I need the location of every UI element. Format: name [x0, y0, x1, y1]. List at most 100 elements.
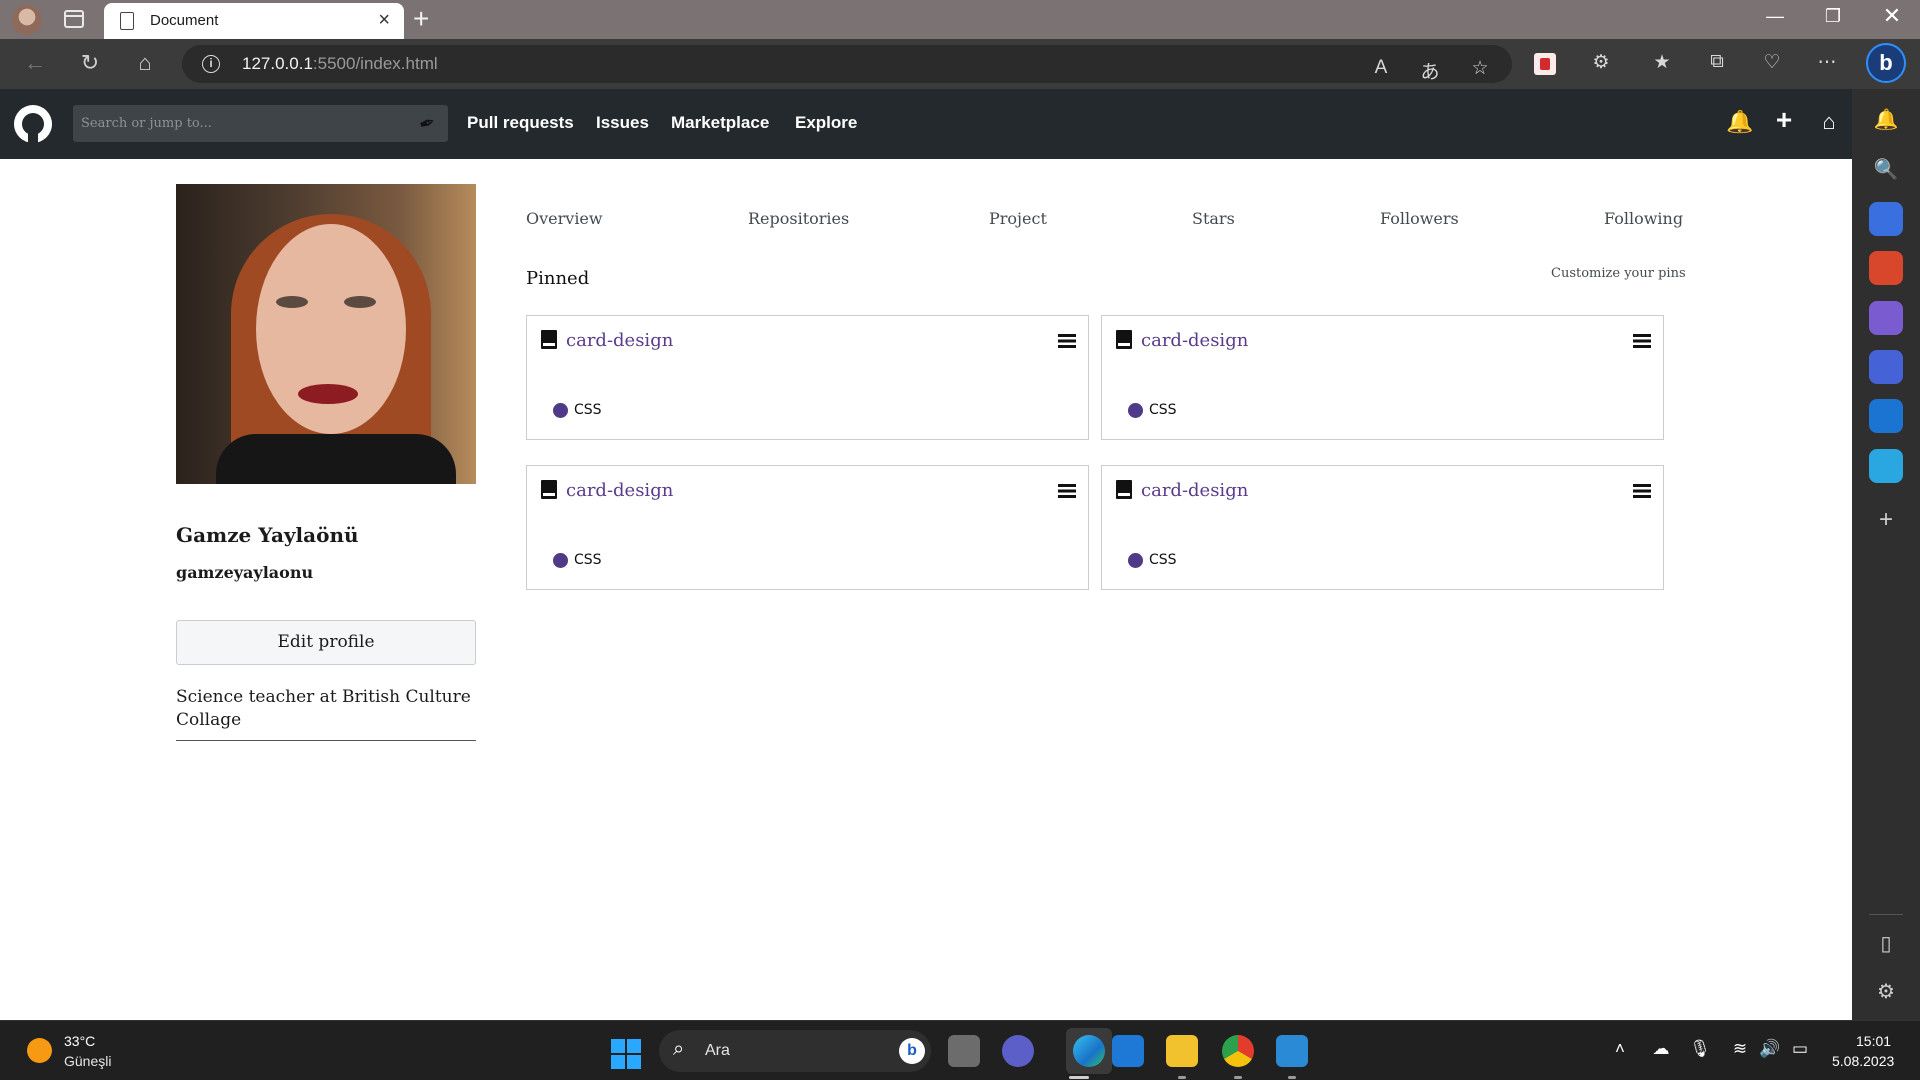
onedrive-cloud-icon[interactable]: ☁: [1649, 1039, 1673, 1059]
clock-time[interactable]: 15:01: [1856, 1033, 1891, 1049]
home-icon[interactable]: ⌂: [1816, 109, 1842, 135]
file-explorer-icon[interactable]: [1166, 1035, 1198, 1067]
github-logo-icon[interactable]: [14, 105, 52, 143]
url-text: 127.0.0.1:5500/index.html: [242, 54, 438, 73]
tab-document[interactable]: Document ×: [104, 3, 404, 39]
copilot-icon[interactable]: [1869, 350, 1903, 384]
repo-language: CSS: [1149, 552, 1177, 568]
customize-pins-link[interactable]: Customize your pins: [1551, 266, 1686, 281]
tab-repositories[interactable]: Repositories: [748, 209, 849, 228]
tab-actions-icon[interactable]: [64, 10, 84, 28]
collections-icon[interactable]: ⧉: [1703, 51, 1731, 73]
read-aloud-icon[interactable]: A: [1367, 57, 1395, 79]
browser-tab-strip: Document × + — ❐ ✕: [0, 0, 1920, 39]
repo-book-icon: [541, 330, 557, 349]
notification-bell-icon[interactable]: 🔔: [1726, 109, 1753, 135]
new-tab-icon[interactable]: +: [413, 3, 429, 35]
drag-handle-icon[interactable]: [1633, 484, 1651, 498]
favorites-icon[interactable]: ★: [1648, 51, 1676, 74]
windows-start-icon[interactable]: [611, 1039, 641, 1069]
hide-sidebar-icon[interactable]: ▯: [1869, 927, 1903, 961]
mail-icon[interactable]: [1112, 1035, 1144, 1067]
teams-chat-icon[interactable]: [1002, 1035, 1034, 1067]
nav-marketplace[interactable]: Marketplace: [671, 113, 769, 133]
pinned-repo-card: card-design CSS: [1101, 465, 1664, 590]
repo-language: CSS: [574, 552, 602, 568]
close-icon[interactable]: ×: [378, 9, 390, 32]
github-search-input[interactable]: Search or jump to... ✒: [73, 105, 448, 142]
pinned-title: Pinned: [526, 268, 590, 289]
profile-username: gamzeyaylaonu: [176, 563, 314, 582]
extensions-icon[interactable]: ⚙: [1587, 51, 1615, 74]
task-view-icon[interactable]: [948, 1035, 980, 1067]
chevron-up-icon[interactable]: ˄: [1608, 1039, 1632, 1059]
language-color-dot: [553, 403, 568, 418]
vscode-icon[interactable]: [1276, 1035, 1308, 1067]
tab-stars[interactable]: Stars: [1192, 209, 1235, 228]
settings-gear-icon[interactable]: ⚙: [1869, 975, 1903, 1009]
performance-icon[interactable]: ♡: [1758, 51, 1786, 74]
repo-book-icon: [1116, 330, 1132, 349]
tab-overview[interactable]: Overview: [526, 209, 603, 228]
notifications-bell-icon[interactable]: 🔔: [1869, 103, 1903, 137]
favorite-star-icon[interactable]: ☆: [1466, 57, 1494, 80]
url-field[interactable]: i 127.0.0.1:5500/index.html A あ ☆: [182, 45, 1512, 83]
repo-name-link[interactable]: card-design: [566, 330, 673, 351]
sidebar-divider: [1869, 914, 1903, 915]
outlook-icon[interactable]: [1869, 399, 1903, 433]
profile-photo: [176, 184, 476, 484]
chrome-icon[interactable]: [1222, 1035, 1254, 1067]
minimize-icon[interactable]: —: [1755, 6, 1795, 27]
refresh-icon[interactable]: ↻: [75, 50, 105, 76]
send-icon[interactable]: [1869, 449, 1903, 483]
weather-temperature[interactable]: 33°C: [64, 1033, 95, 1049]
nav-explore[interactable]: Explore: [795, 113, 857, 133]
microphone-icon[interactable]: 🎙: [1688, 1039, 1712, 1059]
address-bar: ← ↻ ⌂ i 127.0.0.1:5500/index.html A あ ☆ …: [0, 39, 1920, 89]
search-icon: ⌕: [673, 1038, 685, 1060]
nav-issues[interactable]: Issues: [596, 113, 649, 133]
edge-browser-icon[interactable]: [1073, 1035, 1105, 1067]
profile-bio: Science teacher at British Culture Colla…: [176, 686, 476, 741]
extension-badge-icon[interactable]: [1534, 53, 1556, 75]
site-info-icon[interactable]: i: [202, 55, 220, 73]
profile-avatar-icon[interactable]: [12, 5, 42, 35]
bing-icon[interactable]: b: [899, 1038, 925, 1064]
shopping-tag-icon[interactable]: [1869, 202, 1903, 236]
repo-book-icon: [1116, 480, 1132, 499]
more-icon[interactable]: ⋯: [1813, 51, 1841, 74]
taskbar-search-box[interactable]: ⌕ Ara b: [659, 1030, 931, 1072]
language-color-dot: [1128, 403, 1143, 418]
clock-date[interactable]: 5.08.2023: [1832, 1053, 1894, 1069]
tab-followers[interactable]: Followers: [1380, 209, 1459, 228]
plus-icon[interactable]: +: [1771, 104, 1797, 136]
edit-profile-button[interactable]: Edit profile: [176, 620, 476, 665]
tab-project[interactable]: Project: [989, 209, 1047, 228]
volume-icon[interactable]: 🔊: [1758, 1039, 1782, 1059]
drag-handle-icon[interactable]: [1633, 334, 1651, 348]
tab-following[interactable]: Following: [1604, 209, 1683, 228]
battery-icon[interactable]: ▭: [1788, 1039, 1812, 1059]
repo-name-link[interactable]: card-design: [566, 480, 673, 501]
pinned-repo-card: card-design CSS: [1101, 315, 1664, 440]
home-icon[interactable]: ⌂: [130, 50, 160, 76]
repo-name-link[interactable]: card-design: [1141, 330, 1248, 351]
back-icon[interactable]: ←: [20, 50, 50, 76]
weather-description[interactable]: Güneşli: [64, 1053, 111, 1069]
drag-handle-icon[interactable]: [1058, 484, 1076, 498]
add-icon[interactable]: +: [1869, 503, 1903, 537]
nav-pull-requests[interactable]: Pull requests: [467, 113, 574, 133]
bing-chat-button[interactable]: b: [1866, 43, 1906, 83]
games-icon[interactable]: [1869, 301, 1903, 335]
search-placeholder: Search or jump to...: [81, 116, 212, 131]
sun-weather-icon[interactable]: [27, 1038, 52, 1063]
wifi-icon[interactable]: ≋: [1728, 1039, 1752, 1059]
drag-handle-icon[interactable]: [1058, 334, 1076, 348]
close-window-icon[interactable]: ✕: [1872, 3, 1912, 29]
edge-sidebar: 🔔 🔍 + ▯ ⚙: [1852, 89, 1920, 1020]
repo-name-link[interactable]: card-design: [1141, 480, 1248, 501]
translate-icon[interactable]: あ: [1416, 57, 1444, 84]
restore-icon[interactable]: ❐: [1813, 6, 1853, 27]
search-icon[interactable]: 🔍: [1869, 153, 1903, 187]
tools-icon[interactable]: [1869, 251, 1903, 285]
